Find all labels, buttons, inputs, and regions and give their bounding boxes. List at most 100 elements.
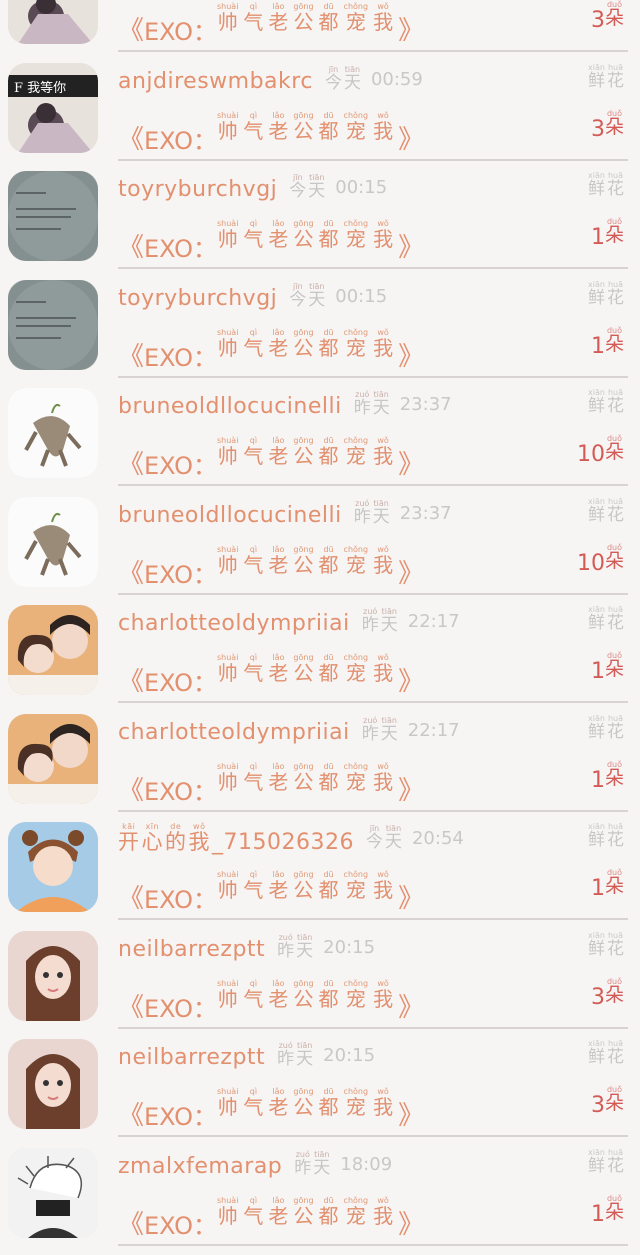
title-char: wǒ 我 bbox=[373, 2, 393, 33]
hanzi: 花 bbox=[607, 613, 624, 633]
day-char: tiān 天 bbox=[308, 173, 325, 201]
list-item[interactable]: neilbarrezptt zuó 昨 tiān 天 20:15 xiān 鲜 huā 花《EXO… bbox=[0, 923, 640, 1031]
count-number: 1 bbox=[590, 333, 605, 359]
username[interactable]: bruneoldllocucinelli bbox=[118, 503, 342, 528]
timestamp: 20:54 bbox=[411, 828, 464, 849]
title-prefix: EXO： bbox=[144, 343, 217, 372]
username[interactable]: charlotteoldympriiai bbox=[118, 611, 350, 636]
title-prefix: EXO： bbox=[144, 18, 217, 46]
hanzi: 公 bbox=[293, 1203, 314, 1228]
list-item[interactable]: bruneoldllocucinelli zuó 昨 tiān 天 23:37 xiān 鲜 h… bbox=[0, 380, 640, 488]
hanzi: 我 bbox=[373, 769, 394, 794]
bracket: 《 bbox=[118, 341, 145, 372]
hanzi: 气 bbox=[243, 118, 264, 143]
hanzi: 鲜 bbox=[588, 1047, 605, 1067]
flower-count: 1 duǒ 朵 bbox=[591, 760, 626, 793]
list-item[interactable]: charlotteoldympriiai zuó 昨 tiān 天 22:17 xiān 鲜 h… bbox=[0, 597, 640, 705]
title-char: gōng 公 bbox=[293, 2, 313, 33]
avatar[interactable]: F 我等你 bbox=[8, 0, 98, 44]
day-label: zuó 昨 tiān 天 bbox=[294, 1150, 332, 1178]
list-item[interactable]: F 我等你xiān鲜huā花《EXO：shuài帅qì气lǎo老gōng公dū都… bbox=[0, 0, 640, 54]
title-char: gōng 公 bbox=[293, 545, 313, 576]
title-char: wǒ 我 bbox=[373, 1196, 393, 1227]
list-item[interactable]: F 我等你 anjdireswmbakrc jīn 今 tiān 天 00:59 xiān 鲜 h… bbox=[0, 55, 640, 163]
hanzi: 公 bbox=[293, 986, 314, 1011]
flower-count: 3 duǒ 朵 bbox=[591, 109, 626, 142]
title-char: qì 气 bbox=[243, 979, 263, 1010]
avatar[interactable] bbox=[8, 388, 98, 478]
title-prefix: EXO： bbox=[144, 994, 217, 1023]
hanzi: 公 bbox=[293, 10, 314, 34]
day-char: tiān 天 bbox=[308, 282, 325, 310]
unit-char: duǒ 朵 bbox=[605, 868, 624, 896]
count-number: 3 bbox=[590, 8, 605, 33]
title-char: qì 气 bbox=[243, 1196, 263, 1227]
username[interactable]: bruneoldllocucinelli bbox=[118, 394, 342, 419]
list-item[interactable]: zmalxfemarap zuó 昨 tiān 天 18:09 xiān 鲜 huā 花《EXO：… bbox=[0, 1140, 640, 1248]
count-number: 1 bbox=[590, 767, 605, 793]
day-label: jīn 今 tiān 天 bbox=[289, 173, 327, 201]
username[interactable]: anjdireswmbakrc bbox=[118, 69, 313, 94]
title-char: gōng 公 bbox=[293, 436, 313, 467]
hanzi: 气 bbox=[243, 10, 264, 34]
hanzi: 我 bbox=[188, 830, 210, 854]
flower-char: huā 花 bbox=[607, 931, 624, 959]
list-item[interactable]: toyryburchvgj jīn 今 tiān 天 00:15 xiān 鲜 huā 花《EXO… bbox=[0, 272, 640, 380]
list-item[interactable]: toyryburchvgj jīn 今 tiān 天 00:15 xiān 鲜 huā 花《EXO… bbox=[0, 163, 640, 271]
list-item[interactable]: kāi 开 xīn 心 de 的 wǒ 我 _715026326 jīn 今 tiān 天 20:54 xi… bbox=[0, 814, 640, 922]
avatar[interactable] bbox=[8, 496, 98, 587]
day-label: jīn 今 tiān 天 bbox=[366, 824, 404, 852]
avatar[interactable] bbox=[8, 1039, 98, 1129]
avatar[interactable] bbox=[8, 171, 98, 261]
bracket: 》 bbox=[398, 450, 425, 480]
title-char: lǎo 老 bbox=[268, 979, 288, 1010]
timestamp: 00:15 bbox=[335, 285, 388, 307]
title-char: qì 气 bbox=[243, 1087, 263, 1118]
flower-count: 10 duǒ 朵 bbox=[577, 543, 626, 576]
bracket: 《 bbox=[118, 1209, 145, 1240]
day-char: tiān 天 bbox=[344, 65, 361, 93]
username[interactable]: neilbarrezptt bbox=[118, 937, 265, 962]
hanzi: 鲜 bbox=[588, 721, 605, 742]
day-label: zuó 昨 tiān 天 bbox=[277, 1041, 315, 1069]
flower-char: xiān 鲜 bbox=[588, 388, 605, 416]
title-char: dū 都 bbox=[319, 545, 339, 576]
flower-char: huā 花 bbox=[607, 605, 624, 633]
hanzi: 老 bbox=[268, 769, 289, 794]
hanzi: 公 bbox=[293, 878, 314, 902]
bracket: 《 bbox=[118, 124, 145, 155]
username[interactable]: kāi 开 xīn 心 de 的 wǒ 我 _715026326 bbox=[118, 822, 354, 855]
username-char: kāi 开 bbox=[118, 822, 140, 854]
hanzi: 花 bbox=[607, 179, 624, 199]
username[interactable]: toyryburchvgj bbox=[118, 177, 277, 202]
list-item[interactable]: charlotteoldympriiai zuó 昨 tiān 天 22:17 xiān 鲜 h… bbox=[0, 706, 640, 814]
list-item[interactable]: bruneoldllocucinelli zuó 昨 tiān 天 23:37 xiān 鲜 h… bbox=[0, 489, 640, 597]
avatar[interactable]: F 我等你 bbox=[8, 62, 98, 153]
day-char: zuó 昨 bbox=[277, 933, 294, 961]
username[interactable]: toyryburchvgj bbox=[118, 286, 277, 311]
avatar[interactable] bbox=[8, 930, 98, 1021]
flower-char: xiān 鲜 bbox=[588, 280, 605, 308]
hanzi: 今 bbox=[365, 832, 383, 852]
avatar[interactable] bbox=[8, 822, 98, 912]
flower-label: xiān 鲜 huā 花 bbox=[588, 497, 626, 525]
avatar[interactable] bbox=[8, 605, 98, 695]
list-item[interactable]: neilbarrezptt zuó 昨 tiān 天 20:15 xiān 鲜 huā 花《EXO… bbox=[0, 1031, 640, 1139]
title-char: chǒng 宠 bbox=[344, 653, 369, 684]
hanzi: 今 bbox=[289, 181, 307, 201]
hanzi: 公 bbox=[293, 552, 314, 577]
hanzi: 宠 bbox=[345, 661, 366, 685]
hanzi: 我 bbox=[373, 227, 394, 251]
hanzi: 帅 bbox=[217, 10, 238, 34]
title-char: lǎo 老 bbox=[268, 1196, 288, 1227]
avatar[interactable] bbox=[8, 713, 98, 804]
title-char: wǒ 我 bbox=[373, 111, 393, 142]
username[interactable]: zmalxfemarap bbox=[118, 1154, 282, 1179]
username[interactable]: charlotteoldympriiai bbox=[118, 720, 350, 745]
day-char: tiān 天 bbox=[381, 607, 398, 635]
avatar[interactable] bbox=[8, 1147, 98, 1238]
avatar[interactable] bbox=[8, 279, 98, 370]
title-char: shuài 帅 bbox=[217, 870, 238, 901]
username[interactable]: neilbarrezptt bbox=[118, 1045, 265, 1070]
hanzi: 天 bbox=[384, 832, 402, 852]
